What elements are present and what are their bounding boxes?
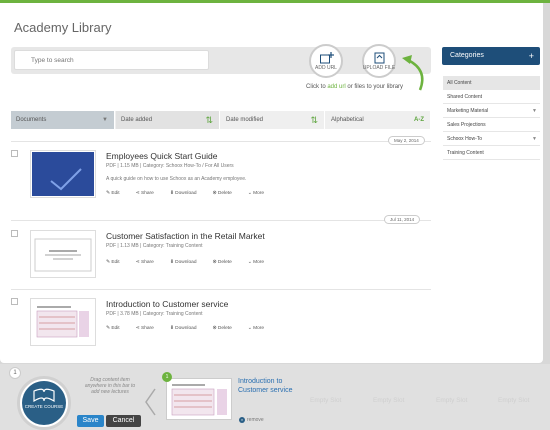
edit-action[interactable]: ✎ Edit <box>106 191 128 196</box>
row-divider <box>11 220 431 221</box>
step-number: 1 <box>9 367 21 379</box>
download-action[interactable]: ⬇ Download <box>170 326 205 331</box>
create-course-button[interactable] <box>22 381 66 425</box>
delete-action[interactable]: ⊗ Delete <box>213 260 240 265</box>
date-badge: Jul 11, 2014 <box>384 215 421 224</box>
document-thumbnail[interactable] <box>30 150 96 198</box>
document-page-image <box>34 238 92 272</box>
empty-slot[interactable]: Empty Slot <box>310 397 341 404</box>
upload-file-button[interactable] <box>362 44 396 78</box>
document-meta: PDF | 3.78 MB | Category: Training Conte… <box>106 311 203 317</box>
edit-action[interactable]: ✎ Edit <box>106 326 128 331</box>
document-meta: PDF | 1.13 MB | Category: Training Conte… <box>106 243 203 249</box>
document-thumbnail[interactable] <box>30 298 96 346</box>
more-action[interactable]: ⌄ More <box>248 191 272 196</box>
categories-header[interactable]: Categories + <box>442 47 540 65</box>
sort-date-modified[interactable]: Date modified ⇅ <box>221 111 325 129</box>
drag-hint: Drag content item anywhere in this bar t… <box>84 377 136 395</box>
delete-action[interactable]: ⊗ Delete <box>213 191 240 196</box>
share-action[interactable]: ⋖ Share <box>136 191 162 196</box>
category-item[interactable]: Training Content <box>443 146 540 160</box>
document-title[interactable]: Introduction to Customer service <box>106 299 228 309</box>
upload-file-label: UPLOAD FILE <box>362 65 396 71</box>
row-divider <box>11 289 431 290</box>
search-input[interactable] <box>14 50 209 70</box>
document-page-image <box>171 384 227 416</box>
document-actions: ✎ Edit ⋖ Share ⬇ Download ⊗ Delete ⌄ More <box>106 191 280 196</box>
date-badge: May 2, 2014 <box>388 136 425 145</box>
empty-slot[interactable]: Empty Slot <box>436 397 467 404</box>
sort-date-added[interactable]: Date added ⇅ <box>116 111 220 129</box>
sort-documents[interactable]: Documents ▼ <box>11 111 115 129</box>
blue-cover-image <box>32 152 94 196</box>
page-title: Academy Library <box>14 20 112 35</box>
add-url-button[interactable] <box>309 44 343 78</box>
share-action[interactable]: ⋖ Share <box>136 326 162 331</box>
row-checkbox[interactable] <box>11 298 18 305</box>
create-course-label: CREATE COURSE <box>24 404 64 409</box>
sort-alphabetical[interactable]: Alphabetical A-Z <box>326 111 431 129</box>
sort-arrows-icon: ⇅ <box>310 115 318 125</box>
category-item[interactable]: All Content <box>443 76 540 90</box>
alpha-sort-icon: A-Z <box>414 117 424 123</box>
document-title[interactable]: Employees Quick Start Guide <box>106 151 218 161</box>
row-checkbox[interactable] <box>11 230 18 237</box>
document-description: A quick guide on how to use Schoox as an… <box>106 176 247 182</box>
cancel-button[interactable]: Cancel <box>106 415 141 427</box>
share-action[interactable]: ⋖ Share <box>136 260 162 265</box>
document-thumbnail[interactable] <box>30 230 96 278</box>
chevron-down-icon: ▼ <box>102 117 108 123</box>
category-item[interactable]: Sales Projections <box>443 118 540 132</box>
chevron-down-icon[interactable]: ▼ <box>532 132 537 146</box>
document-page-image <box>33 301 93 343</box>
download-action[interactable]: ⬇ Download <box>170 191 205 196</box>
lecture-title[interactable]: Introduction to Customer service <box>238 377 308 395</box>
add-url-icon <box>320 52 334 64</box>
slot-number: 1 <box>162 372 172 382</box>
download-action[interactable]: ⬇ Download <box>170 260 205 265</box>
add-url-label: ADD URL <box>315 65 337 71</box>
category-item[interactable]: Schoox How-To ▼ <box>443 132 540 146</box>
add-url-link[interactable]: add url <box>327 84 345 90</box>
document-actions: ✎ Edit ⋖ Share ⬇ Download ⊗ Delete ⌄ More <box>106 326 280 331</box>
row-checkbox[interactable] <box>11 150 18 157</box>
remove-lecture[interactable]: × remove <box>239 417 264 423</box>
book-icon <box>33 388 55 403</box>
chevron-down-icon[interactable]: ▼ <box>532 104 537 118</box>
category-item[interactable]: Shared Content <box>443 90 540 104</box>
add-category-icon[interactable]: + <box>529 47 534 65</box>
document-actions: ✎ Edit ⋖ Share ⬇ Download ⊗ Delete ⌄ More <box>106 260 280 265</box>
chevron-left-icon[interactable] <box>143 387 157 417</box>
document-title[interactable]: Customer Satisfaction in the Retail Mark… <box>106 231 265 241</box>
category-item[interactable]: Marketing Material ▼ <box>443 104 540 118</box>
empty-slot[interactable]: Empty Slot <box>373 397 404 404</box>
more-action[interactable]: ⌄ More <box>248 326 272 331</box>
save-button[interactable]: Save <box>77 415 104 427</box>
close-icon: × <box>239 417 245 423</box>
edit-action[interactable]: ✎ Edit <box>106 260 128 265</box>
hint-text: Click to add url or files to your librar… <box>306 84 404 90</box>
lecture-slot-thumbnail[interactable] <box>166 378 232 420</box>
category-list: All Content Shared Content Marketing Mat… <box>443 76 540 160</box>
upload-file-icon <box>374 52 385 64</box>
empty-slot[interactable]: Empty Slot <box>498 397 529 404</box>
more-action[interactable]: ⌄ More <box>248 260 272 265</box>
row-divider <box>11 141 431 142</box>
delete-action[interactable]: ⊗ Delete <box>213 326 240 331</box>
sort-arrows-icon: ⇅ <box>205 115 213 125</box>
document-meta: PDF | 1.15 MB | Category: Schoox How-To … <box>106 163 234 169</box>
